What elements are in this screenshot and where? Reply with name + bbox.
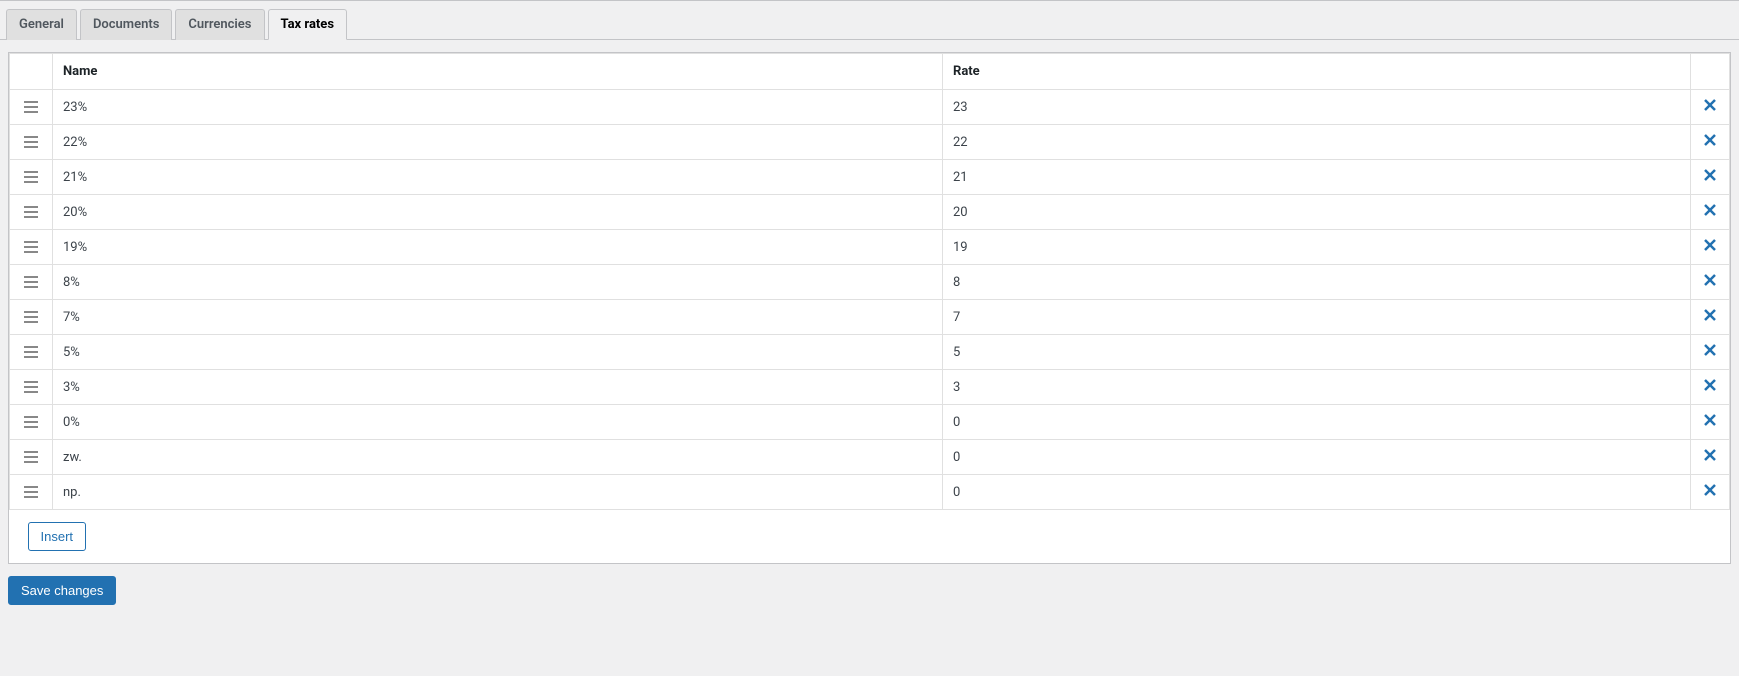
- close-icon: [1704, 239, 1716, 255]
- tax-rates-table: Name Rate 23%2322%2221%2120%2019%198%87%…: [9, 53, 1730, 563]
- rate-cell[interactable]: 3: [943, 370, 1691, 405]
- tab-tax-rates[interactable]: Tax rates: [268, 9, 348, 40]
- table-row: 5%5: [10, 335, 1730, 370]
- name-cell[interactable]: zw.: [53, 440, 943, 475]
- delete-row-button[interactable]: [1691, 335, 1729, 369]
- table-row: 21%21: [10, 160, 1730, 195]
- tax-rates-panel: Name Rate 23%2322%2221%2120%2019%198%87%…: [8, 52, 1731, 564]
- save-button[interactable]: Save changes: [8, 576, 116, 605]
- drag-handle-icon[interactable]: [10, 125, 52, 159]
- drag-handle-icon[interactable]: [10, 230, 52, 264]
- drag-handle-icon[interactable]: [10, 160, 52, 194]
- rate-cell[interactable]: 5: [943, 335, 1691, 370]
- name-cell[interactable]: 5%: [53, 335, 943, 370]
- name-cell[interactable]: 3%: [53, 370, 943, 405]
- delete-row-button[interactable]: [1691, 370, 1729, 404]
- rate-cell[interactable]: 0: [943, 475, 1691, 510]
- name-cell[interactable]: np.: [53, 475, 943, 510]
- delete-row-button[interactable]: [1691, 405, 1729, 439]
- close-icon: [1704, 414, 1716, 430]
- delete-row-button[interactable]: [1691, 195, 1729, 229]
- drag-handle-icon[interactable]: [10, 90, 52, 124]
- table-row: 3%3: [10, 370, 1730, 405]
- delete-row-button[interactable]: [1691, 475, 1729, 509]
- close-icon: [1704, 134, 1716, 150]
- table-row: 23%23: [10, 90, 1730, 125]
- rate-cell[interactable]: 0: [943, 440, 1691, 475]
- table-row: 0%0: [10, 405, 1730, 440]
- rate-cell[interactable]: 21: [943, 160, 1691, 195]
- delete-row-button[interactable]: [1691, 265, 1729, 299]
- col-header-handle: [10, 54, 53, 90]
- rate-cell[interactable]: 20: [943, 195, 1691, 230]
- close-icon: [1704, 309, 1716, 325]
- drag-handle-icon[interactable]: [10, 335, 52, 369]
- drag-handle-icon[interactable]: [10, 195, 52, 229]
- name-cell[interactable]: 21%: [53, 160, 943, 195]
- name-cell[interactable]: 23%: [53, 90, 943, 125]
- table-row: 20%20: [10, 195, 1730, 230]
- rate-cell[interactable]: 8: [943, 265, 1691, 300]
- close-icon: [1704, 484, 1716, 500]
- rate-cell[interactable]: 23: [943, 90, 1691, 125]
- col-header-rate: Rate: [943, 54, 1691, 90]
- delete-row-button[interactable]: [1691, 440, 1729, 474]
- close-icon: [1704, 169, 1716, 185]
- table-row: 7%7: [10, 300, 1730, 335]
- name-cell[interactable]: 0%: [53, 405, 943, 440]
- name-cell[interactable]: 7%: [53, 300, 943, 335]
- drag-handle-icon[interactable]: [10, 300, 52, 334]
- table-row: zw.0: [10, 440, 1730, 475]
- tab-currencies[interactable]: Currencies: [175, 9, 264, 40]
- col-header-delete: [1691, 54, 1730, 90]
- rate-cell[interactable]: 7: [943, 300, 1691, 335]
- tab-general[interactable]: General: [6, 9, 77, 40]
- table-row: np.0: [10, 475, 1730, 510]
- tabs-bar: GeneralDocumentsCurrenciesTax rates: [0, 0, 1739, 40]
- close-icon: [1704, 204, 1716, 220]
- close-icon: [1704, 99, 1716, 115]
- delete-row-button[interactable]: [1691, 160, 1729, 194]
- close-icon: [1704, 379, 1716, 395]
- col-header-name: Name: [53, 54, 943, 90]
- insert-button[interactable]: Insert: [28, 522, 87, 551]
- rate-cell[interactable]: 0: [943, 405, 1691, 440]
- drag-handle-icon[interactable]: [10, 405, 52, 439]
- drag-handle-icon[interactable]: [10, 370, 52, 404]
- table-row: 8%8: [10, 265, 1730, 300]
- drag-handle-icon[interactable]: [10, 440, 52, 474]
- rate-cell[interactable]: 22: [943, 125, 1691, 160]
- delete-row-button[interactable]: [1691, 230, 1729, 264]
- name-cell[interactable]: 19%: [53, 230, 943, 265]
- tab-documents[interactable]: Documents: [80, 9, 172, 40]
- drag-handle-icon[interactable]: [10, 475, 52, 509]
- table-row: 22%22: [10, 125, 1730, 160]
- close-icon: [1704, 344, 1716, 360]
- table-row: 19%19: [10, 230, 1730, 265]
- close-icon: [1704, 274, 1716, 290]
- delete-row-button[interactable]: [1691, 125, 1729, 159]
- delete-row-button[interactable]: [1691, 300, 1729, 334]
- name-cell[interactable]: 22%: [53, 125, 943, 160]
- close-icon: [1704, 449, 1716, 465]
- drag-handle-icon[interactable]: [10, 265, 52, 299]
- rate-cell[interactable]: 19: [943, 230, 1691, 265]
- delete-row-button[interactable]: [1691, 90, 1729, 124]
- name-cell[interactable]: 20%: [53, 195, 943, 230]
- name-cell[interactable]: 8%: [53, 265, 943, 300]
